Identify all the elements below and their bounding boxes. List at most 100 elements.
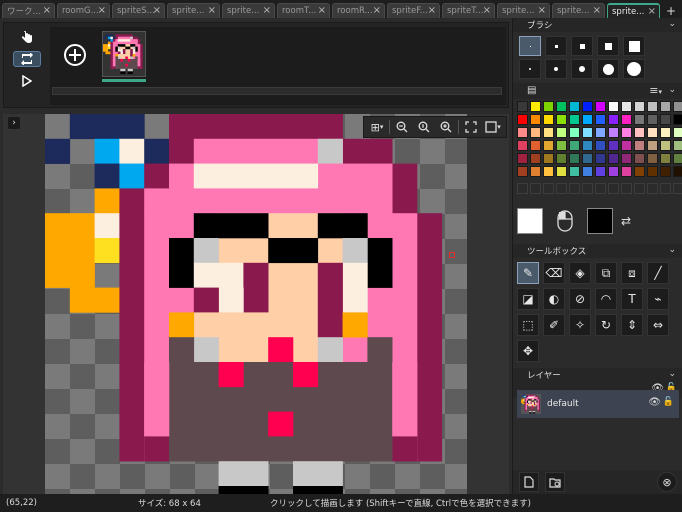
palette-swatch[interactable] bbox=[530, 101, 541, 112]
close-icon[interactable]: × bbox=[98, 5, 106, 16]
palette-swatch[interactable] bbox=[556, 153, 567, 164]
palette-swatch[interactable] bbox=[673, 114, 682, 125]
chevron-down-icon[interactable]: ⌄ bbox=[668, 245, 676, 255]
palette-swatch[interactable] bbox=[634, 101, 645, 112]
palette-swatch[interactable] bbox=[530, 166, 541, 177]
zoom-in-icon[interactable] bbox=[436, 118, 456, 136]
palette-swatch[interactable] bbox=[543, 153, 554, 164]
palette-swatch[interactable] bbox=[556, 114, 567, 125]
palette-swatch[interactable] bbox=[634, 166, 645, 177]
close-icon[interactable]: × bbox=[318, 5, 326, 16]
palette-empty-slot[interactable] bbox=[582, 183, 593, 194]
palette-empty-slot[interactable] bbox=[673, 183, 682, 194]
move-tool[interactable]: ✥ bbox=[517, 340, 539, 362]
palette-swatch[interactable] bbox=[660, 114, 671, 125]
palette-swatch[interactable] bbox=[595, 127, 606, 138]
close-icon[interactable]: × bbox=[208, 5, 216, 16]
copy-tool[interactable]: ⧉ bbox=[595, 262, 617, 284]
palette-swatch[interactable] bbox=[530, 114, 541, 125]
palette-swatch[interactable] bbox=[647, 166, 658, 177]
palette-swatch[interactable] bbox=[660, 153, 671, 164]
palette-swatch[interactable] bbox=[569, 101, 580, 112]
palette-swatch[interactable] bbox=[634, 140, 645, 151]
palette-swatch[interactable] bbox=[530, 153, 541, 164]
palette-swatch[interactable] bbox=[569, 140, 580, 151]
tab-0[interactable]: ワーク... × bbox=[2, 3, 55, 18]
palette-swatch[interactable] bbox=[647, 153, 658, 164]
close-icon[interactable]: × bbox=[153, 5, 161, 16]
palette-empty-slot[interactable] bbox=[517, 183, 528, 194]
sprite-canvas[interactable] bbox=[45, 114, 467, 494]
palette-swatch[interactable] bbox=[517, 140, 528, 151]
palette-swatch[interactable] bbox=[608, 101, 619, 112]
palette-swatch[interactable] bbox=[517, 127, 528, 138]
chevron-down-icon[interactable]: ⌄ bbox=[668, 19, 676, 29]
rotate-tool[interactable]: ↻ bbox=[595, 314, 617, 336]
rect-select-tool[interactable]: ⬚ bbox=[517, 314, 539, 336]
palette-swatch[interactable] bbox=[647, 140, 658, 151]
secondary-color[interactable] bbox=[587, 208, 613, 234]
magic-wand-tool[interactable]: ✧ bbox=[569, 314, 591, 336]
palette-swatch[interactable] bbox=[582, 114, 593, 125]
palette-swatch[interactable] bbox=[582, 127, 593, 138]
background-icon[interactable]: ▾ bbox=[483, 118, 503, 136]
palette-swatch[interactable] bbox=[517, 101, 528, 112]
palette-swatch[interactable] bbox=[543, 114, 554, 125]
add-frame-button[interactable] bbox=[52, 29, 98, 81]
palette-swatch[interactable] bbox=[595, 140, 606, 151]
play-icon[interactable] bbox=[13, 73, 41, 89]
palette-swatch[interactable] bbox=[595, 166, 606, 177]
palette-swatch[interactable] bbox=[543, 140, 554, 151]
tab-8[interactable]: spriteT... × bbox=[442, 3, 495, 18]
brush-1[interactable] bbox=[519, 36, 541, 56]
add-tab-button[interactable]: + bbox=[664, 4, 678, 18]
paste-tool[interactable]: ⧈ bbox=[621, 262, 643, 284]
chevron-right-icon[interactable]: › bbox=[8, 117, 20, 129]
palette-empty-slot[interactable] bbox=[608, 183, 619, 194]
layer-row[interactable]: default 👁 🔓 bbox=[517, 390, 679, 418]
palette-swatch[interactable] bbox=[621, 153, 632, 164]
canvas-area[interactable]: › ⊞ ▾ ▾ bbox=[3, 114, 509, 494]
delete-layer-icon[interactable]: ⊗ bbox=[657, 472, 677, 492]
brush-9[interactable] bbox=[597, 59, 619, 79]
palette-empty-slot[interactable] bbox=[569, 183, 580, 194]
brush-4[interactable] bbox=[597, 36, 619, 56]
palette-swatch[interactable] bbox=[582, 101, 593, 112]
palette-empty-slot[interactable] bbox=[660, 183, 671, 194]
tab-9[interactable]: sprite... × bbox=[497, 3, 550, 18]
palette-swatch[interactable] bbox=[673, 153, 682, 164]
palette-swatch[interactable] bbox=[621, 114, 632, 125]
palette-swatch[interactable] bbox=[647, 101, 658, 112]
brush-8[interactable] bbox=[571, 59, 593, 79]
tab-1[interactable]: roomG... × bbox=[57, 3, 110, 18]
fit-icon[interactable] bbox=[461, 118, 481, 136]
tab-10[interactable]: sprite... × bbox=[552, 3, 605, 18]
brush-panel-header[interactable]: ブラシ ⌄ bbox=[513, 18, 682, 32]
palette-swatch[interactable] bbox=[517, 166, 528, 177]
palette-swatch[interactable] bbox=[608, 127, 619, 138]
chevron-down-icon[interactable]: ⌄ bbox=[668, 85, 676, 95]
palette-swatch[interactable] bbox=[595, 114, 606, 125]
palette-swatch[interactable] bbox=[660, 101, 671, 112]
close-icon[interactable]: × bbox=[538, 5, 546, 16]
eraser-tool[interactable]: ⌫ bbox=[543, 262, 565, 284]
frame-scrollbar[interactable] bbox=[52, 87, 502, 95]
loop-icon[interactable] bbox=[13, 51, 41, 67]
text-tool[interactable]: T bbox=[621, 288, 643, 310]
zoom-out-icon[interactable] bbox=[392, 118, 412, 136]
palette-swatch[interactable] bbox=[595, 153, 606, 164]
palette-swatch[interactable] bbox=[634, 153, 645, 164]
palette-swatch[interactable] bbox=[530, 140, 541, 151]
palette-swatch[interactable] bbox=[517, 153, 528, 164]
close-icon[interactable]: × bbox=[43, 5, 51, 16]
swap-colors-icon[interactable]: ⇄ bbox=[621, 214, 631, 228]
arc-tool[interactable]: ◠ bbox=[595, 288, 617, 310]
palette-swatch[interactable] bbox=[673, 101, 682, 112]
palette-swatch[interactable] bbox=[673, 127, 682, 138]
palette-swatch[interactable] bbox=[608, 153, 619, 164]
palette-swatch[interactable] bbox=[660, 166, 671, 177]
palette-swatch[interactable] bbox=[595, 101, 606, 112]
palette-empty-slot[interactable] bbox=[556, 183, 567, 194]
palette-swatch[interactable] bbox=[582, 140, 593, 151]
palette-empty-slot[interactable] bbox=[634, 183, 645, 194]
